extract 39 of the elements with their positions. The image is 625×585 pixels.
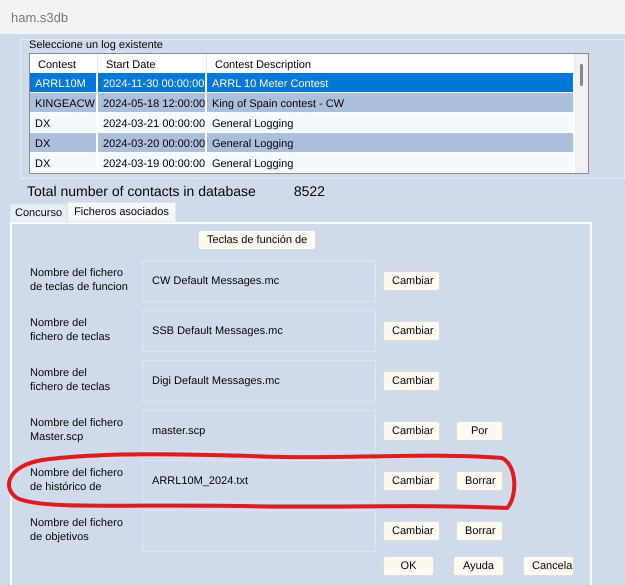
change-button[interactable]: Cambiar: [383, 421, 440, 441]
field-label: Nombre del fichero de objetivos: [30, 516, 124, 544]
window-title: ham.s3db: [10, 9, 70, 27]
total-value: 8522: [294, 183, 325, 200]
file-name-field[interactable]: [142, 510, 376, 552]
dialog-button[interactable]: OK: [383, 556, 434, 576]
change-button[interactable]: Cambiar: [383, 271, 440, 291]
change-button[interactable]: Cambiar: [383, 521, 440, 541]
field-label: Nombre del fichero de teclas: [30, 316, 112, 344]
log-row[interactable]: DX 2024-03-20 00:00:00 General Logging: [30, 133, 575, 153]
log-row[interactable]: DX 2024-03-21 00:00:00 General Logging: [30, 113, 575, 133]
log-row[interactable]: DX 2024-03-19 00:00:00 General Logging: [30, 153, 575, 173]
file-name-field[interactable]: ARRL10M_2024.txt: [142, 460, 376, 502]
column-header[interactable]: Contest: [30, 54, 98, 72]
change-button[interactable]: Cambiar: [383, 321, 440, 341]
change-button[interactable]: Cambiar: [383, 371, 440, 391]
file-name-field[interactable]: SSB Default Messages.mc: [142, 310, 376, 352]
file-name-field[interactable]: CW Default Messages.mc: [142, 260, 376, 302]
file-name-field[interactable]: Digi Default Messages.mc: [142, 360, 376, 402]
function-keys-button[interactable]: Teclas de función de: [198, 230, 316, 250]
field-label: Nombre del fichero de teclas de funcion: [30, 266, 129, 294]
column-header[interactable]: Start Date: [98, 54, 207, 72]
file-name-field[interactable]: master.scp: [142, 410, 376, 452]
tab[interactable]: Concurso: [10, 204, 68, 222]
total-label: Total number of contacts in database: [27, 183, 256, 200]
dialog-button[interactable]: Cancela: [523, 556, 574, 576]
secondary-button[interactable]: Borrar: [456, 521, 503, 541]
secondary-button[interactable]: Borrar: [456, 471, 503, 491]
tab[interactable]: Ficheros asociados: [67, 202, 176, 222]
log-row[interactable]: KINGEACW 2024-05-18 12:00:00 King of Spain contest - CW: [30, 93, 575, 113]
change-button[interactable]: Cambiar: [383, 471, 440, 491]
log-row[interactable]: ARRL10M 2024-11-30 00:00:00 ARRL 10 Meter Contest: [30, 73, 575, 93]
group-label: Seleccione un log existente: [29, 38, 164, 52]
dialog-button[interactable]: Ayuda: [453, 556, 504, 576]
scrollbar[interactable]: [575, 54, 588, 173]
field-label: Nombre del fichero de histórico de: [30, 466, 124, 494]
field-label: Nombre del fichero Master.scp: [30, 416, 124, 444]
field-label: Nombre del fichero de teclas: [30, 366, 112, 394]
secondary-button[interactable]: Por: [456, 421, 503, 441]
